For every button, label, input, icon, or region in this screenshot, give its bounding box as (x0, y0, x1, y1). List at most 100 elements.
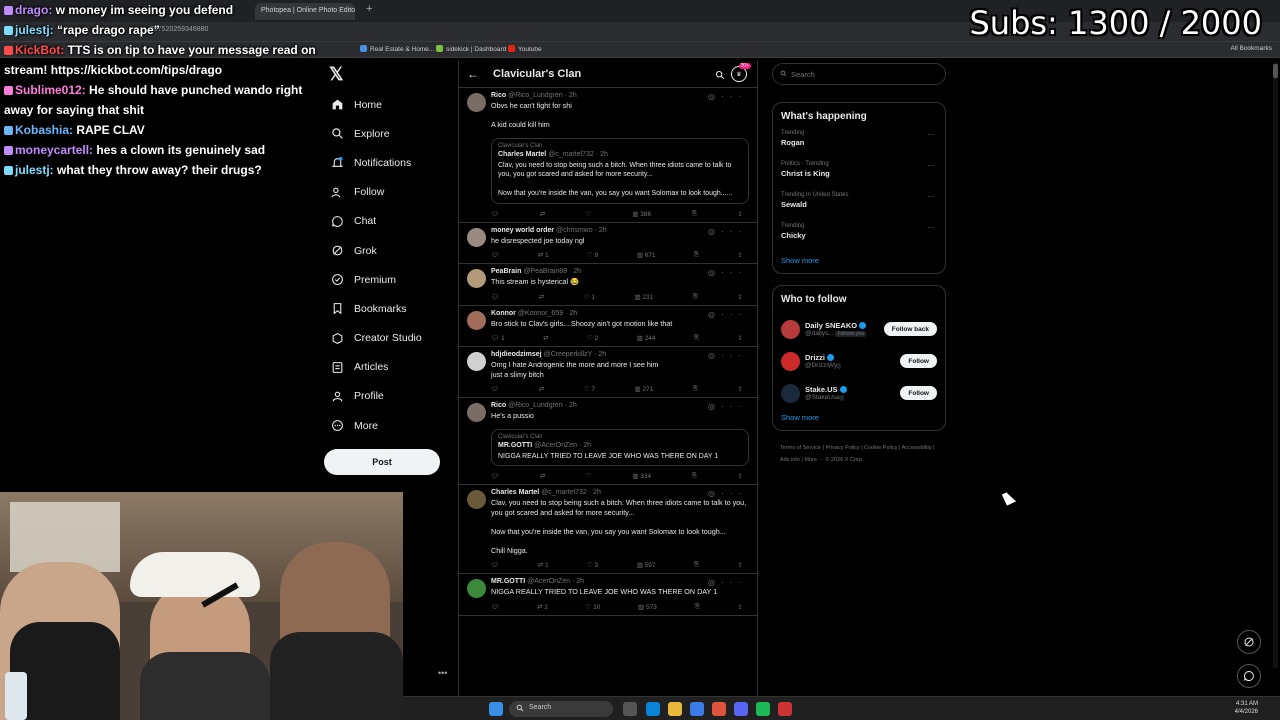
more-dots-icon[interactable]: ••• (438, 668, 447, 678)
share-icon[interactable]: ⇪ (738, 385, 743, 393)
share-icon[interactable]: ⇪ (738, 293, 743, 301)
share-icon[interactable]: ⇪ (738, 472, 743, 480)
taskbar-clock[interactable]: 4:31 AM 4/4/2026 (1235, 700, 1258, 716)
bookmark-icon[interactable]: ⎘ (694, 334, 699, 342)
show-more-link[interactable]: Show more (781, 413, 937, 422)
trend-item[interactable]: Politics · Trending Christ is King ··· (781, 161, 937, 192)
grok-icon[interactable]: ◎ (708, 351, 721, 360)
author-name[interactable]: Charles Martel (491, 489, 539, 496)
avatar[interactable] (781, 351, 800, 371)
follow-button[interactable]: Follow back (883, 322, 937, 336)
avatar[interactable] (467, 403, 486, 422)
store-icon[interactable] (690, 702, 704, 716)
avatar[interactable] (467, 352, 486, 371)
like-button[interactable]: ♡ 1 (584, 293, 595, 301)
reply-button[interactable]: 💬︎ (491, 472, 499, 480)
bookmark-icon[interactable]: ⎘ (693, 293, 698, 301)
more-icon[interactable]: ··· (721, 92, 747, 101)
suggested-user[interactable]: Daily SNEAKO @dailys... Follows you Foll… (781, 313, 937, 345)
like-button[interactable]: ♡ 7 (584, 385, 595, 393)
grok-icon[interactable]: ◎ (708, 489, 721, 498)
nav-grok[interactable]: Grok (324, 236, 454, 265)
chat-username[interactable]: moneycartell: (15, 143, 93, 157)
avatar[interactable] (781, 383, 800, 403)
discord-icon[interactable] (734, 702, 748, 716)
trend-item[interactable]: Trending Rogan ··· (781, 130, 937, 161)
follow-button[interactable]: Follow (900, 354, 937, 368)
page-scrollbar[interactable] (1273, 62, 1278, 668)
reply-button[interactable]: 💬︎ 1 (491, 334, 505, 342)
nav-follow[interactable]: Follow (324, 178, 454, 207)
post-button[interactable]: Post (324, 449, 440, 475)
more-icon[interactable]: ··· (927, 161, 935, 170)
reply-button[interactable]: 💬︎ (491, 385, 499, 393)
search-icon[interactable] (715, 67, 725, 85)
all-bookmarks[interactable]: All Bookmarks (1230, 45, 1272, 52)
avatar[interactable] (467, 93, 486, 112)
suggested-user[interactable]: Stake.US @StakeUsa Follow (781, 377, 937, 409)
nav-profile[interactable]: Profile (324, 382, 454, 411)
taskbar-search[interactable]: Search (509, 701, 613, 717)
avatar[interactable] (781, 319, 800, 339)
like-button[interactable]: ♡ 9 (587, 251, 598, 259)
retweet-button[interactable]: ⇄ (543, 334, 548, 342)
retweet-button[interactable]: ⇄ (540, 210, 545, 218)
edge-icon[interactable] (646, 702, 660, 716)
obs-icon[interactable] (778, 702, 792, 716)
bookmark-icon[interactable]: ⎘ (693, 385, 698, 393)
nav-home[interactable]: Home (324, 90, 454, 119)
views-button[interactable]: ▥ 244 (637, 334, 656, 342)
bookmark-item[interactable]: Real Estate & Home... (360, 45, 434, 53)
tweet[interactable]: PeaBrain @PeaBrain88 · 2h ◎··· This stre… (459, 264, 757, 306)
user-name[interactable]: Drizzi (805, 353, 825, 362)
grok-icon[interactable]: ◎ (708, 227, 721, 236)
trend-item[interactable]: Trending in United States Sewald ··· (781, 192, 937, 223)
grok-icon[interactable]: ◎ (708, 92, 721, 101)
grok-icon[interactable]: ◎ (708, 268, 721, 277)
messages-float-icon[interactable] (1237, 664, 1261, 688)
chat-username[interactable]: KickBot: (15, 43, 64, 57)
reply-button[interactable]: 💬︎ (491, 251, 499, 259)
tweet[interactable]: Rico @Rico_Lundgren · 2h ◎··· Obvs he ca… (459, 88, 757, 223)
trend-item[interactable]: Trending Chicky ··· (781, 223, 937, 254)
nav-notifications[interactable]: Notifications (324, 148, 454, 177)
retweet-button[interactable]: ⇄ (540, 472, 545, 480)
reply-button[interactable]: 💬︎ (491, 210, 499, 218)
tweet[interactable]: MR.GOTTI @AcerOnZen · 2h ◎··· NIGGA REAL… (459, 574, 757, 616)
back-arrow-icon[interactable]: ← (467, 67, 479, 81)
chat-username[interactable]: julestj: (15, 23, 54, 37)
nav-creator-studio[interactable]: Creator Studio (324, 324, 454, 353)
community-avatar-icon[interactable]: ♛ 20+ (731, 63, 751, 82)
bookmark-icon[interactable]: ⎘ (692, 472, 697, 480)
grok-float-icon[interactable] (1237, 630, 1261, 654)
grok-icon[interactable]: ◎ (708, 578, 721, 587)
author-name[interactable]: Rico (491, 92, 506, 99)
author-name[interactable]: Rico (491, 402, 506, 409)
more-icon[interactable]: ··· (721, 268, 747, 277)
footer-links[interactable]: Terms of Service | Privacy Policy | Cook… (780, 442, 940, 466)
like-button[interactable]: ♡ (586, 210, 592, 218)
more-icon[interactable]: ··· (721, 489, 747, 498)
spotify-icon[interactable] (756, 702, 770, 716)
share-icon[interactable]: ⇪ (738, 334, 743, 342)
share-icon[interactable]: ⇪ (738, 561, 743, 569)
more-icon[interactable]: ··· (721, 578, 747, 587)
bookmark-icon[interactable]: ⎘ (694, 561, 699, 569)
scrollbar-thumb[interactable] (1273, 64, 1278, 78)
retweet-button[interactable]: ⇄ 1 (538, 561, 549, 569)
nav-bookmarks[interactable]: Bookmarks (324, 294, 454, 323)
file-explorer-icon[interactable] (668, 702, 682, 716)
retweet-button[interactable]: ⇄ 2 (537, 603, 548, 611)
bookmark-item[interactable]: Youtube (508, 45, 542, 53)
nav-chat[interactable]: Chat (324, 207, 454, 236)
chrome-icon[interactable] (712, 702, 726, 716)
x-logo[interactable]: 𝕏 (329, 64, 344, 85)
like-button[interactable]: ♡ 3 (587, 561, 598, 569)
nav-articles[interactable]: Articles (324, 353, 454, 382)
avatar[interactable] (467, 490, 486, 509)
more-icon[interactable]: ··· (927, 130, 935, 139)
nav-explore[interactable]: Explore (324, 119, 454, 148)
reply-button[interactable]: 💬︎ (491, 293, 499, 301)
more-icon[interactable]: ··· (927, 192, 935, 201)
views-button[interactable]: ▥ 597 (637, 561, 656, 569)
